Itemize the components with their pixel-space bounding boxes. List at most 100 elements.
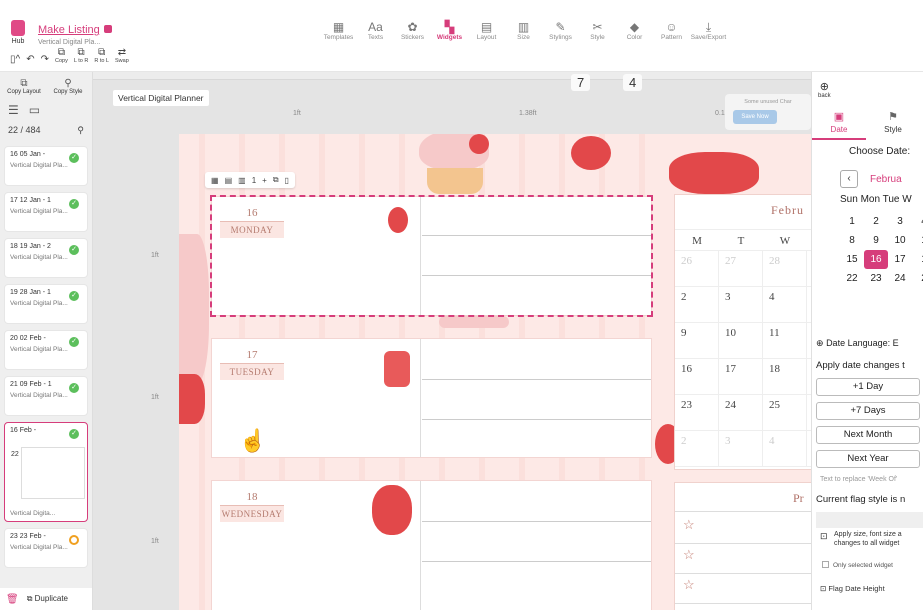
next-year-button[interactable]: Next Year xyxy=(816,450,920,468)
list-view-icon[interactable]: ☰ xyxy=(8,103,19,117)
date-flag[interactable]: 16 MONDAY xyxy=(220,205,284,238)
only-selected-checkbox[interactable]: Only selected widget xyxy=(822,561,893,569)
tool-widgets[interactable]: ▚ Widgets xyxy=(431,20,468,41)
calendar-day[interactable]: 4 xyxy=(763,431,807,466)
star-icon[interactable]: ☆ xyxy=(683,517,695,533)
calendar-day[interactable]: 9 xyxy=(675,323,719,358)
mobile-toggle-button[interactable]: ▯^ xyxy=(10,55,20,65)
calendar-day[interactable]: 17 xyxy=(719,359,763,394)
tool-stylings[interactable]: ✎ Stylings xyxy=(542,20,579,41)
page-card[interactable]: 19 28 Jan - 1 Vertical Digital Pla... ✓ xyxy=(4,284,88,324)
calendar-day[interactable]: 26 xyxy=(675,251,719,286)
apply-size-button[interactable]: ⊡ Apply size, font size a changes to all … xyxy=(820,530,923,548)
swap-button[interactable]: ⇄ Swap xyxy=(115,48,129,65)
page-card[interactable]: 23 23 Feb - Vertical Digital Pla... xyxy=(4,528,88,568)
date-language[interactable]: ⊕ Date Language: E xyxy=(816,338,899,349)
filter-icon[interactable]: ⚲ xyxy=(77,125,84,136)
month-calendar-widget[interactable]: Febru M T W 26 27 28 234 9 10 11 16 17 18 23 24… xyxy=(674,194,811,470)
priorities-widget[interactable]: Pr ☆ ☆ ☆ xyxy=(674,482,811,610)
calendar-day[interactable]: 24 xyxy=(719,395,763,430)
redo-button[interactable]: ↷ xyxy=(41,55,49,65)
copy-style-button[interactable]: ⚲ Copy Style xyxy=(48,78,88,95)
star-icon[interactable]: ☆ xyxy=(683,577,695,593)
date-flag[interactable]: 17 TUESDAY xyxy=(220,347,284,380)
calendar-day[interactable]: 18 xyxy=(763,359,807,394)
add-widget-button[interactable]: + xyxy=(262,176,267,185)
date-language-value[interactable]: E xyxy=(893,338,899,348)
calendar-day[interactable]: 2 xyxy=(675,287,719,322)
undo-button[interactable]: ↶ xyxy=(26,55,34,65)
picker-day-selected[interactable]: 16 xyxy=(864,250,888,269)
list-icon[interactable]: ▥ xyxy=(238,176,246,185)
prev-month-button[interactable]: ‹ xyxy=(840,170,858,188)
duplicate-button[interactable]: ⧉ Duplicate xyxy=(27,594,68,604)
calendar-day[interactable]: 3 xyxy=(719,431,763,466)
calendar-day[interactable]: 3 xyxy=(719,287,763,322)
tool-templates[interactable]: ▦ Templates xyxy=(320,20,357,41)
calendar-day[interactable]: 25 xyxy=(763,395,807,430)
picker-day[interactable]: 8 xyxy=(840,231,864,250)
picker-day[interactable]: 23 xyxy=(864,269,888,288)
save-now-button[interactable]: Save Now xyxy=(733,110,777,124)
calendar-day[interactable]: 10 xyxy=(719,323,763,358)
calendar-day[interactable]: 27 xyxy=(719,251,763,286)
star-icon[interactable]: ☆ xyxy=(683,547,695,563)
page-card[interactable]: 18 19 Jan - 2 Vertical Digital Pla... ✓ xyxy=(4,238,88,278)
tool-pattern[interactable]: ☺ Pattern xyxy=(653,20,690,41)
grid-view-icon[interactable]: ▭ xyxy=(29,103,40,117)
tool-texts[interactable]: Aa Texts xyxy=(357,20,394,41)
copy-button[interactable]: ⧉ Copy xyxy=(55,48,68,65)
r-to-l-button[interactable]: ⧉ R to L xyxy=(94,48,109,65)
color-swatch-icon[interactable]: ▦ xyxy=(211,176,219,185)
planner-page[interactable]: 16 MONDAY ▦ ▤ ▥ 1 + ⧉ ▯ 17 TUESDAY 18 WE… xyxy=(179,134,811,610)
listing-title[interactable]: Make Listing xyxy=(38,24,100,36)
plus-one-day-button[interactable]: +1 Day xyxy=(816,378,920,396)
calendar-day[interactable]: 23 xyxy=(675,395,719,430)
page-card[interactable]: 17 12 Jan - 1 Vertical Digital Pla... ✓ xyxy=(4,192,88,232)
copy-icon[interactable]: ⧉ xyxy=(273,175,279,185)
editor-canvas[interactable]: Vertical Digital Planner 7 4 1ft 1.38ft … xyxy=(93,72,811,610)
plus-seven-days-button[interactable]: +7 Days xyxy=(816,402,920,420)
replace-week-of-input[interactable]: Text to replace 'Week Of' xyxy=(820,476,897,483)
tool-stickers[interactable]: ✿ Stickers xyxy=(394,20,431,41)
calendar-day[interactable]: 16 xyxy=(675,359,719,394)
tool-layout[interactable]: ▤ Layout xyxy=(468,20,505,41)
tool-color[interactable]: ◆ Color xyxy=(616,20,653,41)
picker-day[interactable]: 24 xyxy=(888,269,912,288)
flag-style-select[interactable] xyxy=(816,512,923,528)
tab-style[interactable]: ⚑ Style xyxy=(866,110,920,140)
page-card[interactable]: 21 09 Feb - 1 Vertical Digital Pla... ✓ xyxy=(4,376,88,416)
picker-day[interactable]: 10 xyxy=(888,231,912,250)
calendar-day[interactable]: 4 xyxy=(763,287,807,322)
video-icon[interactable] xyxy=(104,25,112,33)
page-card-selected[interactable]: 16 Feb - 22 Vertical Digita... ✓ xyxy=(4,422,88,522)
picker-day[interactable]: 1 xyxy=(912,231,923,250)
picker-day[interactable]: 1 xyxy=(912,250,923,269)
picker-day[interactable]: 2 xyxy=(864,212,888,231)
l-to-r-button[interactable]: ⧉ L to R xyxy=(74,48,88,65)
tool-style[interactable]: ✂ Style xyxy=(579,20,616,41)
picker-day[interactable]: 22 xyxy=(840,269,864,288)
copy-layout-button[interactable]: ⧉ Copy Layout xyxy=(4,78,44,95)
picker-day[interactable]: 1 xyxy=(840,212,864,231)
picker-day[interactable]: 4 xyxy=(912,212,923,231)
calendar-day[interactable]: 2 xyxy=(675,431,719,466)
picker-day[interactable]: 17 xyxy=(888,250,912,269)
picker-day[interactable]: 3 xyxy=(888,212,912,231)
page-card[interactable]: 20 02 Feb - Vertical Digital Pla... ✓ xyxy=(4,330,88,370)
picker-day[interactable]: 15 xyxy=(840,250,864,269)
picker-day[interactable]: 9 xyxy=(864,231,888,250)
next-month-button[interactable]: Next Month xyxy=(816,426,920,444)
day-widget[interactable]: 18 WEDNESDAY xyxy=(211,480,652,610)
day-widget[interactable]: 17 TUESDAY xyxy=(211,338,652,458)
hub-button[interactable]: Hub xyxy=(8,20,28,45)
trash-icon[interactable]: 🗑 xyxy=(6,594,19,605)
day-widget-selected[interactable]: 16 MONDAY xyxy=(210,195,653,317)
calendar-day[interactable]: 28 xyxy=(763,251,807,286)
tool-save-export[interactable]: ⤓ Save/Export xyxy=(690,20,727,41)
calendar-day[interactable]: 11 xyxy=(763,323,807,358)
flag-date-height[interactable]: ⊡ Flag Date Height xyxy=(820,584,885,593)
tool-size[interactable]: ▥ Size xyxy=(505,20,542,41)
delete-icon[interactable]: ▯ xyxy=(285,176,289,185)
page-card[interactable]: 16 05 Jan - Vertical Digital Pla... ✓ xyxy=(4,146,88,186)
